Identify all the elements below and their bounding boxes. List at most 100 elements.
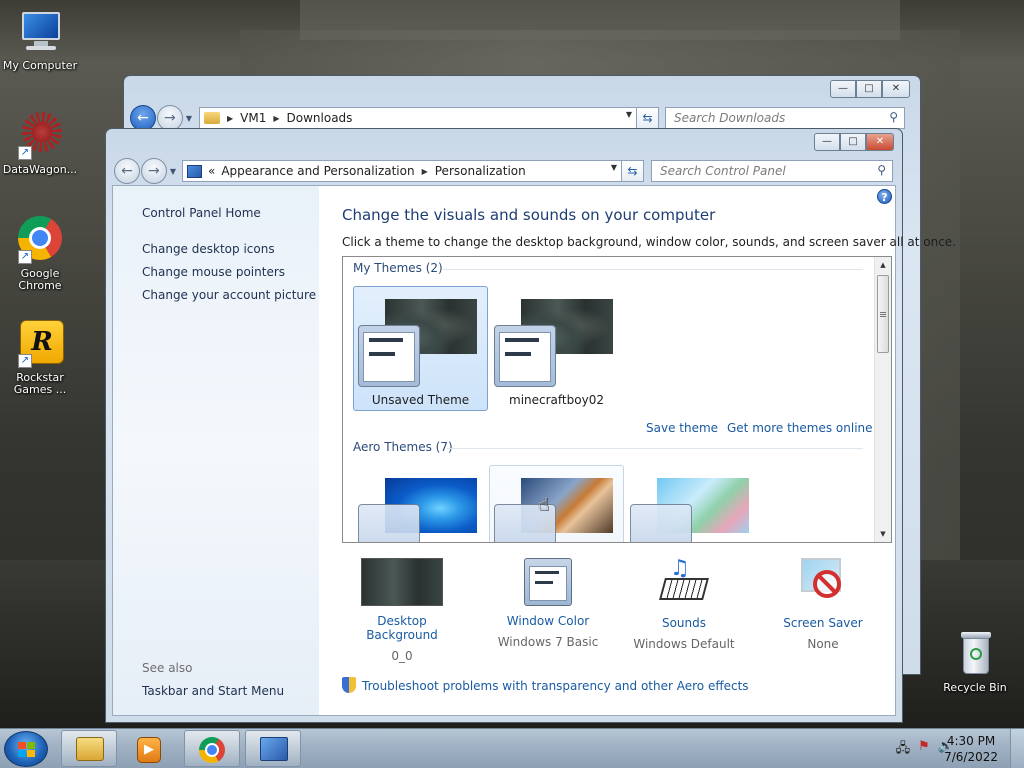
control-panel-icon <box>187 164 202 178</box>
taskbar-start-menu-link[interactable]: Taskbar and Start Menu <box>142 684 284 698</box>
help-icon[interactable]: ? <box>877 189 892 204</box>
control-panel-search-input[interactable]: Search Control Panel ⚲ <box>651 160 893 182</box>
setting-label[interactable]: Sounds <box>624 616 744 630</box>
desktop-icon-label: Recycle Bin <box>943 681 1007 694</box>
scroll-up-button[interactable]: ▲ <box>875 257 891 273</box>
page-title: Change the visuals and sounds on your co… <box>342 206 716 224</box>
theme-unsaved[interactable]: Unsaved Theme <box>353 286 488 411</box>
clock[interactable]: 4:30 PM 7/6/2022 <box>944 733 998 765</box>
search-placeholder: Search Control Panel <box>660 164 786 178</box>
chrome-icon <box>199 737 225 763</box>
search-icon[interactable]: ⚲ <box>889 110 898 124</box>
minimize-button[interactable]: — <box>814 133 840 151</box>
scroll-down-button[interactable]: ▼ <box>875 526 891 542</box>
show-desktop-button[interactable] <box>1010 729 1024 768</box>
change-desktop-icons-link[interactable]: Change desktop icons <box>142 242 275 256</box>
chevron-right-icon: ▶ <box>273 113 280 123</box>
breadcrumb-item[interactable]: Downloads <box>287 111 353 125</box>
refresh-button[interactable]: ⇆ <box>637 107 659 129</box>
forward-button[interactable]: → <box>140 158 167 184</box>
clock-time: 4:30 PM <box>946 734 996 748</box>
taskbar-media-player[interactable]: ▶ <box>122 730 178 767</box>
theme-architecture[interactable] <box>489 465 624 542</box>
group-divider <box>447 448 863 449</box>
minimize-button[interactable]: — <box>830 80 856 98</box>
window-color-setting[interactable]: Window Color Windows 7 Basic <box>488 558 608 649</box>
theme-nature[interactable] <box>625 465 760 542</box>
clock-date: 7/6/2022 <box>944 750 998 764</box>
desktop-icon-label: Google Chrome <box>18 267 62 292</box>
refresh-button[interactable]: ⇆ <box>622 160 644 182</box>
taskbar-chrome[interactable] <box>184 730 240 767</box>
desktop-icon-label: My Computer <box>2 59 78 72</box>
setting-label[interactable]: Screen Saver <box>763 616 883 630</box>
see-also-heading: See also <box>142 661 193 675</box>
search-icon[interactable]: ⚲ <box>877 163 886 177</box>
breadcrumb-overflow[interactable]: « <box>208 164 215 178</box>
desktop-icon-google-chrome[interactable]: ↗ Google Chrome <box>0 216 80 292</box>
recycle-bin-icon <box>951 630 999 678</box>
breadcrumb-item[interactable]: Personalization <box>435 164 526 178</box>
setting-value: Windows Default <box>633 637 735 651</box>
setting-label[interactable]: Desktop Background <box>342 614 462 642</box>
downloads-search-input[interactable]: Search Downloads ⚲ <box>665 107 905 129</box>
folder-icon <box>204 112 220 124</box>
address-dropdown[interactable]: ▼ <box>626 110 632 119</box>
taskbar-control-panel[interactable] <box>245 730 301 767</box>
network-icon[interactable]: 🖧 <box>896 739 911 761</box>
personalization-address-bar[interactable]: « Appearance and Personalization ▶ Perso… <box>182 160 622 182</box>
setting-label[interactable]: Window Color <box>488 614 608 628</box>
desktop-background-icon <box>361 558 443 606</box>
explorer-icon <box>76 737 104 761</box>
start-button[interactable] <box>4 731 48 767</box>
address-dropdown[interactable]: ▼ <box>611 163 617 172</box>
shield-icon <box>342 677 356 693</box>
theme-window-color-swatch <box>494 325 556 387</box>
desktop-icon-rockstar-games[interactable]: R ↗ Rockstar Games ... <box>0 320 80 396</box>
breadcrumb-item[interactable]: Appearance and Personalization <box>221 164 414 178</box>
recent-pages-dropdown[interactable]: ▼ <box>186 114 192 123</box>
group-divider <box>443 269 863 270</box>
themes-scrollbar[interactable]: ▲ ▼ <box>874 257 891 542</box>
setting-value: Windows 7 Basic <box>497 635 599 649</box>
control-panel-home-link[interactable]: Control Panel Home <box>142 206 261 220</box>
personalization-window[interactable]: — □ ✕ ← → ▼ « Appearance and Personaliza… <box>105 128 956 723</box>
taskbar: ▶ 🖧 ⚑ 🔈 4:30 PM 7/6/2022 <box>0 728 1024 768</box>
theme-window-color-swatch <box>630 504 692 542</box>
themes-list[interactable]: My Themes (2) Unsaved Theme minecraftboy… <box>342 256 892 543</box>
troubleshoot-transparency-link[interactable]: Troubleshoot problems with transparency … <box>342 677 749 693</box>
close-button[interactable]: ✕ <box>866 133 894 151</box>
desktop-icon-datawagon[interactable]: ↗ DataWagon... <box>0 112 80 176</box>
action-center-icon[interactable]: ⚑ <box>918 739 930 761</box>
media-player-icon: ▶ <box>137 737 161 763</box>
close-button[interactable]: ✕ <box>882 80 910 98</box>
desktop-icon-my-computer[interactable]: My Computer <box>0 8 80 72</box>
desktop-icon-recycle-bin[interactable]: Recycle Bin <box>935 630 1015 694</box>
theme-minecraftboy02[interactable]: minecraftboy02 <box>489 286 624 411</box>
back-button[interactable]: ← <box>114 158 140 184</box>
downloads-address-bar[interactable]: ▶ VM1 ▶ Downloads ▼ <box>199 107 637 129</box>
shortcut-arrow-icon: ↗ <box>18 250 32 264</box>
sounds-setting[interactable]: ♫ Sounds Windows Default <box>624 556 744 651</box>
get-more-themes-link[interactable]: Get more themes online <box>727 421 873 435</box>
breadcrumb-item[interactable]: VM1 <box>240 111 266 125</box>
maximize-button[interactable]: □ <box>856 80 882 98</box>
change-mouse-pointers-link[interactable]: Change mouse pointers <box>142 265 285 279</box>
save-theme-link[interactable]: Save theme <box>646 421 718 435</box>
mouse-pointer-icon: ☝ <box>538 494 549 515</box>
theme-windows-7[interactable] <box>353 465 488 542</box>
maximize-button[interactable]: □ <box>840 133 866 151</box>
recent-pages-dropdown[interactable]: ▼ <box>170 167 176 176</box>
taskbar-explorer[interactable] <box>61 730 117 767</box>
screen-saver-setting[interactable]: Screen Saver None <box>763 558 883 651</box>
desktop-icon-label: Rockstar Games ... <box>13 371 67 396</box>
desktop-background-setting[interactable]: Desktop Background 0_0 <box>342 558 462 663</box>
setting-value: 0_0 <box>391 649 413 663</box>
screen-saver-icon <box>799 558 847 608</box>
desktop-icon-label: DataWagon... <box>2 163 78 176</box>
change-account-picture-link[interactable]: Change your account picture <box>142 288 316 302</box>
shortcut-arrow-icon: ↗ <box>18 146 32 160</box>
left-pane: Control Panel Home Change desktop icons … <box>113 186 319 715</box>
nav-buttons: ← → ▼ <box>114 158 176 184</box>
scroll-thumb[interactable] <box>877 275 889 353</box>
